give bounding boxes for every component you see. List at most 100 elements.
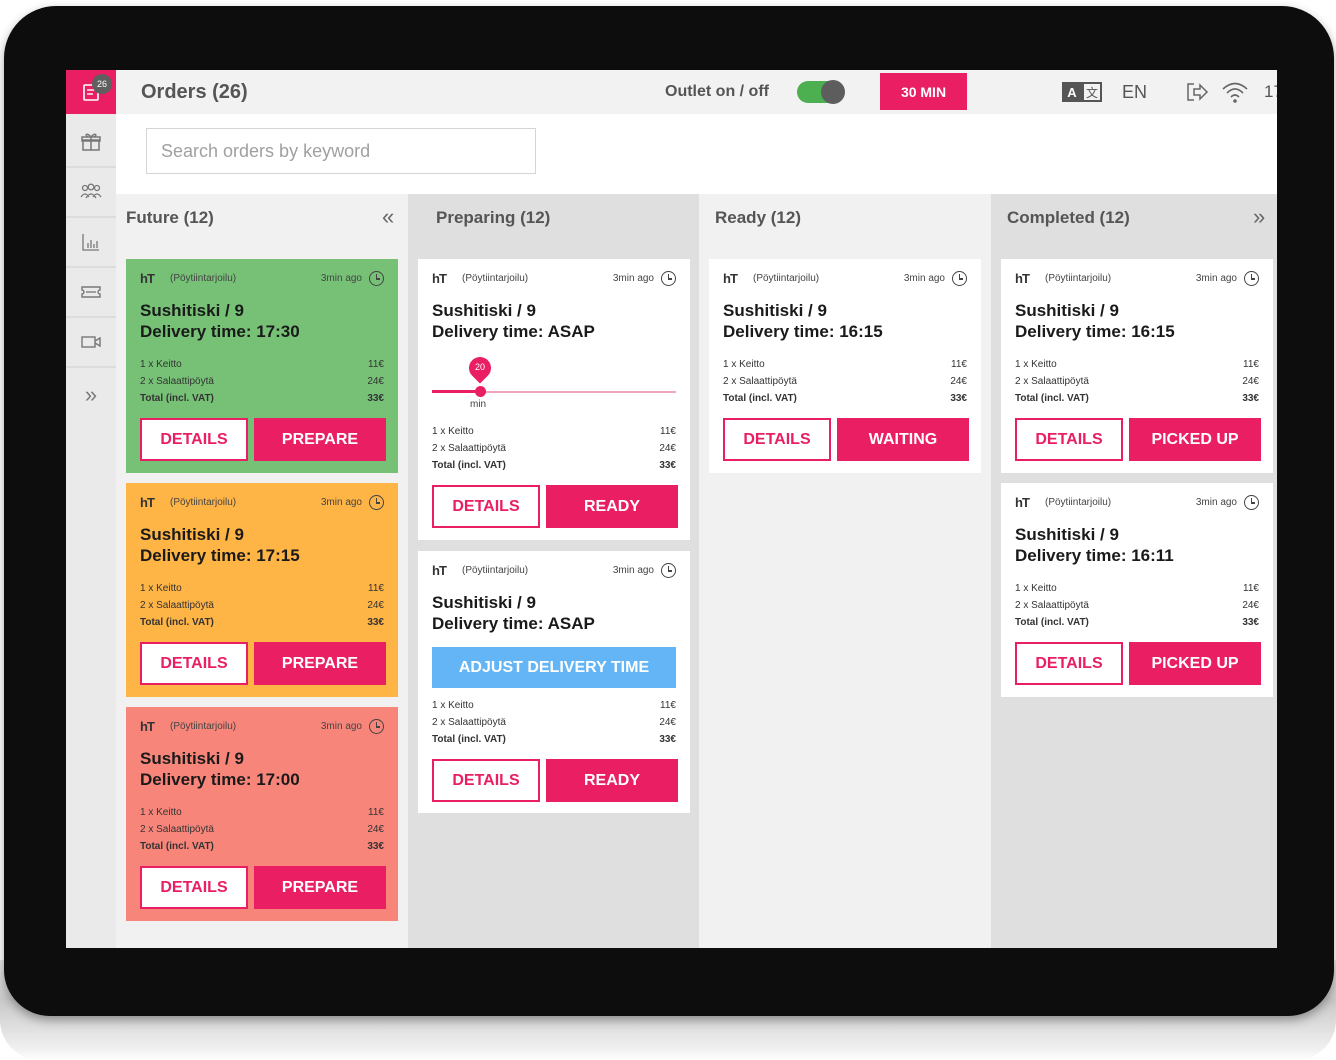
order-actions: DETAILS READY xyxy=(432,759,678,802)
details-button[interactable]: DETAILS xyxy=(1015,642,1123,685)
order-total: Total (incl. VAT) 33€ xyxy=(432,460,676,471)
column-title: Completed (12) xyxy=(1007,208,1130,227)
order-card[interactable]: hT (Pöytiintarjoilu) 3min ago Sushitiski… xyxy=(126,483,398,697)
list-item: 1 x Keitto 11€ xyxy=(432,700,676,711)
picked-up-button[interactable]: PICKED UP xyxy=(1129,418,1261,461)
order-total: Total (incl. VAT) 33€ xyxy=(140,841,384,852)
ready-button[interactable]: READY xyxy=(546,759,678,802)
clock-icon xyxy=(1244,495,1259,510)
details-button[interactable]: DETAILS xyxy=(432,759,540,802)
delivery-time-slider[interactable]: 20 min xyxy=(432,352,676,410)
list-item: 2 x Salaattipöytä 24€ xyxy=(432,717,676,728)
prep-time-button[interactable]: 30 MIN xyxy=(880,73,967,110)
page-title: Orders (26) xyxy=(141,81,248,103)
order-restaurant: Sushitiski / 9 xyxy=(140,749,244,768)
list-item: 1 x Keitto 11€ xyxy=(1015,359,1259,370)
details-button[interactable]: DETAILS xyxy=(140,642,248,685)
details-button[interactable]: DETAILS xyxy=(140,418,248,461)
order-actions: DETAILS WAITING xyxy=(723,418,969,461)
order-type: (Pöytiintarjoilu) xyxy=(170,721,237,732)
clock-icon xyxy=(369,495,384,510)
outlet-toggle[interactable] xyxy=(797,80,845,104)
order-card[interactable]: hT (Pöytiintarjoilu) 3min ago Sushitiski… xyxy=(418,551,690,813)
list-item: 1 x Keitto 11€ xyxy=(1015,583,1259,594)
order-type: (Pöytiintarjoilu) xyxy=(462,565,529,576)
order-card[interactable]: hT (Pöytiintarjoilu) 3min ago Sushitiski… xyxy=(126,259,398,473)
order-total: Total (incl. VAT) 33€ xyxy=(140,617,384,628)
details-button[interactable]: DETAILS xyxy=(723,418,831,461)
order-items: 1 x Keitto 11€ 2 x Salaattipöytä 24€ Total… xyxy=(432,426,676,477)
delivery-time: Delivery time: 16:11 xyxy=(1015,546,1174,565)
order-actions: DETAILS READY xyxy=(432,485,678,528)
order-restaurant: Sushitiski / 9 xyxy=(140,525,244,544)
list-item: 2 x Salaattipöytä 24€ xyxy=(140,376,384,387)
logout-icon[interactable] xyxy=(1185,81,1209,108)
prepare-button[interactable]: PREPARE xyxy=(254,866,386,909)
orders-count-badge: 26 xyxy=(92,74,112,94)
column-completed: Completed (12) » hT (Pöytiintarjoilu) 3m… xyxy=(991,194,1277,948)
sidebar-item-tickets[interactable] xyxy=(66,268,116,318)
order-type: (Pöytiintarjoilu) xyxy=(1045,497,1112,508)
list-item: 2 x Salaattipöytä 24€ xyxy=(432,443,676,454)
order-card[interactable]: hT (Pöytiintarjoilu) 3min ago Sushitiski… xyxy=(126,707,398,921)
table-service-icon: hT xyxy=(140,719,155,734)
list-item: 1 x Keitto 11€ xyxy=(140,583,384,594)
tablet-device: 26 » Orders (26) Outlet on / off 30 MIN … xyxy=(0,0,1336,1060)
sidebar-item-orders[interactable]: 26 xyxy=(66,70,116,114)
order-actions: DETAILS PREPARE xyxy=(140,866,386,909)
list-item: 1 x Keitto 11€ xyxy=(140,359,384,370)
details-button[interactable]: DETAILS xyxy=(140,866,248,909)
prepare-button[interactable]: PREPARE xyxy=(254,418,386,461)
order-card[interactable]: hT (Pöytiintarjoilu) 3min ago Sushitiski… xyxy=(1001,259,1273,473)
order-meta: hT (Pöytiintarjoilu) 3min ago xyxy=(1015,495,1259,511)
ready-button[interactable]: READY xyxy=(546,485,678,528)
collapse-right-icon[interactable]: » xyxy=(1253,204,1265,230)
column-header: Completed (12) » xyxy=(991,194,1277,240)
prepare-button[interactable]: PREPARE xyxy=(254,642,386,685)
slider-unit: min xyxy=(470,399,487,410)
order-meta: hT (Pöytiintarjoilu) 3min ago xyxy=(723,271,967,287)
sidebar-item-video[interactable] xyxy=(66,318,116,368)
order-meta: hT (Pöytiintarjoilu) 3min ago xyxy=(432,563,676,579)
order-card[interactable]: hT (Pöytiintarjoilu) 3min ago Sushitiski… xyxy=(709,259,981,473)
waiting-button[interactable]: WAITING xyxy=(837,418,969,461)
top-bar: Orders (26) Outlet on / off 30 MIN A 文 E… xyxy=(116,70,1277,114)
language-selector[interactable]: EN xyxy=(1122,82,1147,103)
details-button[interactable]: DETAILS xyxy=(432,485,540,528)
column-header: Ready (12) xyxy=(699,194,991,240)
order-meta: hT (Pöytiintarjoilu) 3min ago xyxy=(140,271,384,287)
toggle-knob xyxy=(821,80,845,104)
order-card[interactable]: hT (Pöytiintarjoilu) 3min ago Sushitiski… xyxy=(418,259,690,540)
sidebar-item-statistics[interactable] xyxy=(66,218,116,268)
order-age: 3min ago xyxy=(320,273,362,284)
system-clock: 17:05 xyxy=(1264,82,1277,101)
order-meta: hT (Pöytiintarjoilu) 3min ago xyxy=(1015,271,1259,287)
order-actions: DETAILS PICKED UP xyxy=(1015,418,1261,461)
table-service-icon: hT xyxy=(140,495,155,510)
sidebar-expand-button[interactable]: » xyxy=(66,370,116,420)
collapse-left-icon[interactable]: « xyxy=(382,204,394,230)
adjust-delivery-time-button[interactable]: ADJUST DELIVERY TIME xyxy=(432,647,676,688)
sidebar-item-gifts[interactable] xyxy=(66,118,116,168)
order-age: 3min ago xyxy=(612,273,654,284)
details-button[interactable]: DETAILS xyxy=(1015,418,1123,461)
search-input[interactable] xyxy=(146,128,536,174)
list-item: 2 x Salaattipöytä 24€ xyxy=(1015,376,1259,387)
order-card[interactable]: hT (Pöytiintarjoilu) 3min ago Sushitiski… xyxy=(1001,483,1273,697)
table-service-icon: hT xyxy=(723,271,738,286)
order-restaurant: Sushitiski / 9 xyxy=(1015,525,1119,544)
delivery-time: Delivery time: 17:00 xyxy=(140,770,300,789)
expand-icon: » xyxy=(84,382,98,407)
column-header: Preparing (12) xyxy=(408,194,699,240)
sidebar-item-customers[interactable] xyxy=(66,168,116,218)
slider-handle[interactable] xyxy=(475,386,486,397)
delivery-time: Delivery time: 17:30 xyxy=(140,322,300,341)
order-type: (Pöytiintarjoilu) xyxy=(1045,273,1112,284)
translate-icon[interactable]: A 文 xyxy=(1062,82,1102,102)
delivery-time: Delivery time: 16:15 xyxy=(723,322,883,341)
order-age: 3min ago xyxy=(612,565,654,576)
outlet-toggle-label: Outlet on / off xyxy=(665,83,769,100)
delivery-time: Delivery time: 17:15 xyxy=(140,546,300,565)
column-preparing: Preparing (12) hT (Pöytiintarjoilu) 3min… xyxy=(408,194,699,948)
picked-up-button[interactable]: PICKED UP xyxy=(1129,642,1261,685)
